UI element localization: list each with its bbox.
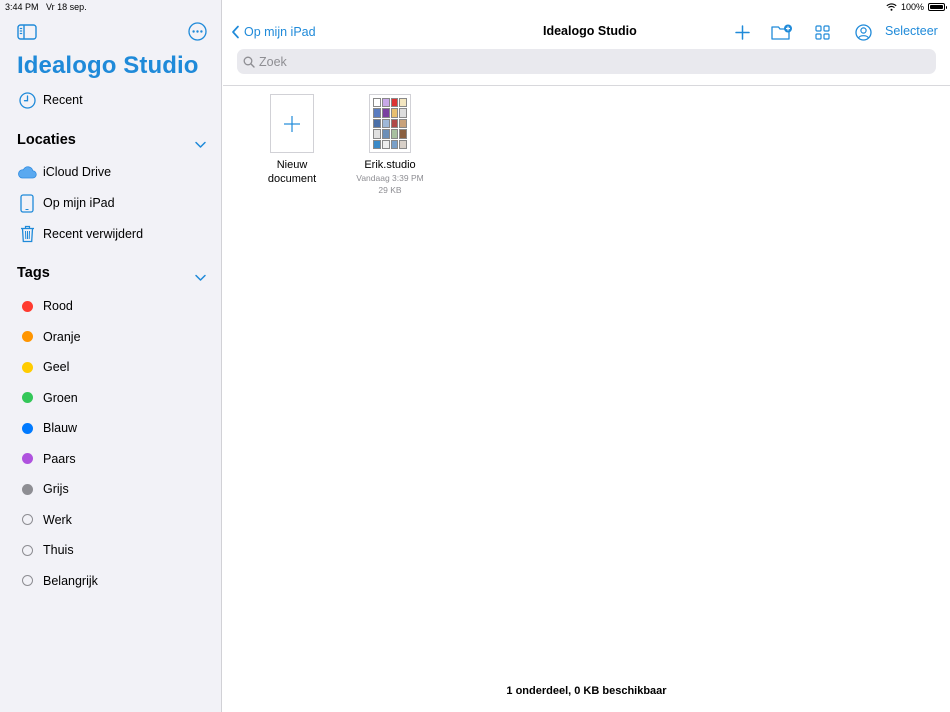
sidebar-tag-label: Geel [43,360,70,374]
sidebar-item-label: Recent [43,93,83,107]
search-input[interactable] [259,54,919,69]
tag-dot-icon [17,571,37,591]
sidebar-tag-label: Werk [43,512,72,527]
new-folder-icon[interactable] [771,22,793,42]
files-app: Idealogo Studio Recent Locaties iCloud D… [0,0,950,712]
sidebar-item-on-my-ipad[interactable]: Op mijn iPad [0,189,222,217]
sidebar-toggle-icon[interactable] [17,24,37,40]
app-title: Idealogo Studio [17,52,199,79]
sidebar-item-recently-deleted[interactable]: Recent verwijderd [0,220,222,248]
file-date: Vandaag 3:39 PM [356,173,424,183]
new-document-label: Nieuw document [247,158,337,186]
page-title: Idealogo Studio [543,24,637,38]
file-size: 29 KB [378,185,402,195]
plus-icon[interactable] [734,22,750,42]
section-title-tags: Tags [17,265,50,281]
sidebar-tag-label: Belangrijk [43,573,98,588]
status-indicators: 100% [886,2,947,12]
select-button[interactable]: Selecteer [885,24,938,38]
sidebar-tag-groen[interactable]: Groen [0,384,222,412]
sidebar-tag-label: Paars [43,451,76,466]
new-document-label-line1: Nieuw [276,159,308,171]
new-document-tile[interactable]: Nieuw document [247,94,337,186]
new-document-thumbnail[interactable] [270,94,314,153]
sidebar-tag-label: Grijs [43,482,69,496]
account-icon[interactable] [854,22,872,42]
sidebar-item-label: Recent verwijderd [43,227,144,241]
more-options-icon[interactable] [188,22,207,41]
chevron-down-icon[interactable] [194,269,207,281]
trash-icon [17,224,37,244]
sidebar-tag-thuis[interactable]: Thuis [0,536,222,564]
status-bar: 3:44 PM Vr 18 sep. 100% [0,0,950,14]
header-divider [223,85,950,86]
tag-dot-icon [17,357,37,377]
chevron-down-icon[interactable] [194,136,207,148]
wifi-icon [886,3,897,11]
sidebar-item-recent[interactable]: Recent [0,86,222,114]
sidebar-item-label: Op mijn iPad [43,196,115,210]
sidebar-tag-label: Rood [43,299,73,313]
chevron-left-icon [232,25,239,39]
tag-dot-icon [17,418,37,438]
storage-status: 1 onderdeel, 0 KB beschikbaar [506,685,667,697]
main-content: Op mijn iPad Idealogo Studio Selecteer Z… [223,0,950,712]
sidebar-tag-label: Blauw [43,421,78,435]
new-document-label-line2: document [267,173,317,185]
sidebar-tag-label: Groen [43,390,78,405]
sidebar-tag-label: Thuis [43,543,74,557]
battery-percent: 100% [900,2,924,12]
sidebar-tag-paars[interactable]: Paars [0,445,222,473]
ipad-icon [17,193,37,213]
file-tile[interactable]: Erik.studio Vandaag 3:39 PM 29 KB [345,94,435,196]
sidebar-tag-belangrijk[interactable]: Belangrijk [0,567,222,595]
sidebar-tag-werk[interactable]: Werk [0,506,222,534]
search-icon [243,56,255,68]
sidebar-tag-blauw[interactable]: Blauw [0,414,222,442]
status-time: 3:44 PM [5,2,39,12]
sidebar-tag-rood[interactable]: Rood [0,292,222,320]
tag-dot-icon [17,479,37,499]
tag-dot-icon [17,388,37,408]
sidebar-item-icloud-drive[interactable]: iCloud Drive [0,158,222,186]
sidebar: Idealogo Studio Recent Locaties iCloud D… [0,0,222,712]
file-name: Erik.studio [364,159,416,171]
tag-dot-icon [17,327,37,347]
battery-icon [928,3,947,11]
grid-view-icon[interactable] [814,22,830,42]
sidebar-item-label: iCloud Drive [43,165,112,179]
section-title-locations: Locaties [17,132,76,148]
icloud-icon [17,162,37,182]
sidebar-tag-label: Oranje [43,329,81,344]
tag-dot-icon [17,449,37,469]
back-button[interactable]: Op mijn iPad [231,22,316,42]
sidebar-tag-oranje[interactable]: Oranje [0,323,222,351]
tag-dot-icon [17,510,37,530]
clock-icon [17,90,37,110]
tag-dot-icon [17,296,37,316]
file-thumbnail[interactable] [369,94,411,153]
back-button-label: Op mijn iPad [244,25,316,39]
plus-icon [284,115,300,132]
sidebar-tag-geel[interactable]: Geel [0,353,222,381]
search-bar[interactable] [237,49,936,74]
status-date: Vr 18 sep. [46,2,87,12]
sidebar-tag-grijs[interactable]: Grijs [0,475,222,503]
tag-dot-icon [17,540,37,560]
